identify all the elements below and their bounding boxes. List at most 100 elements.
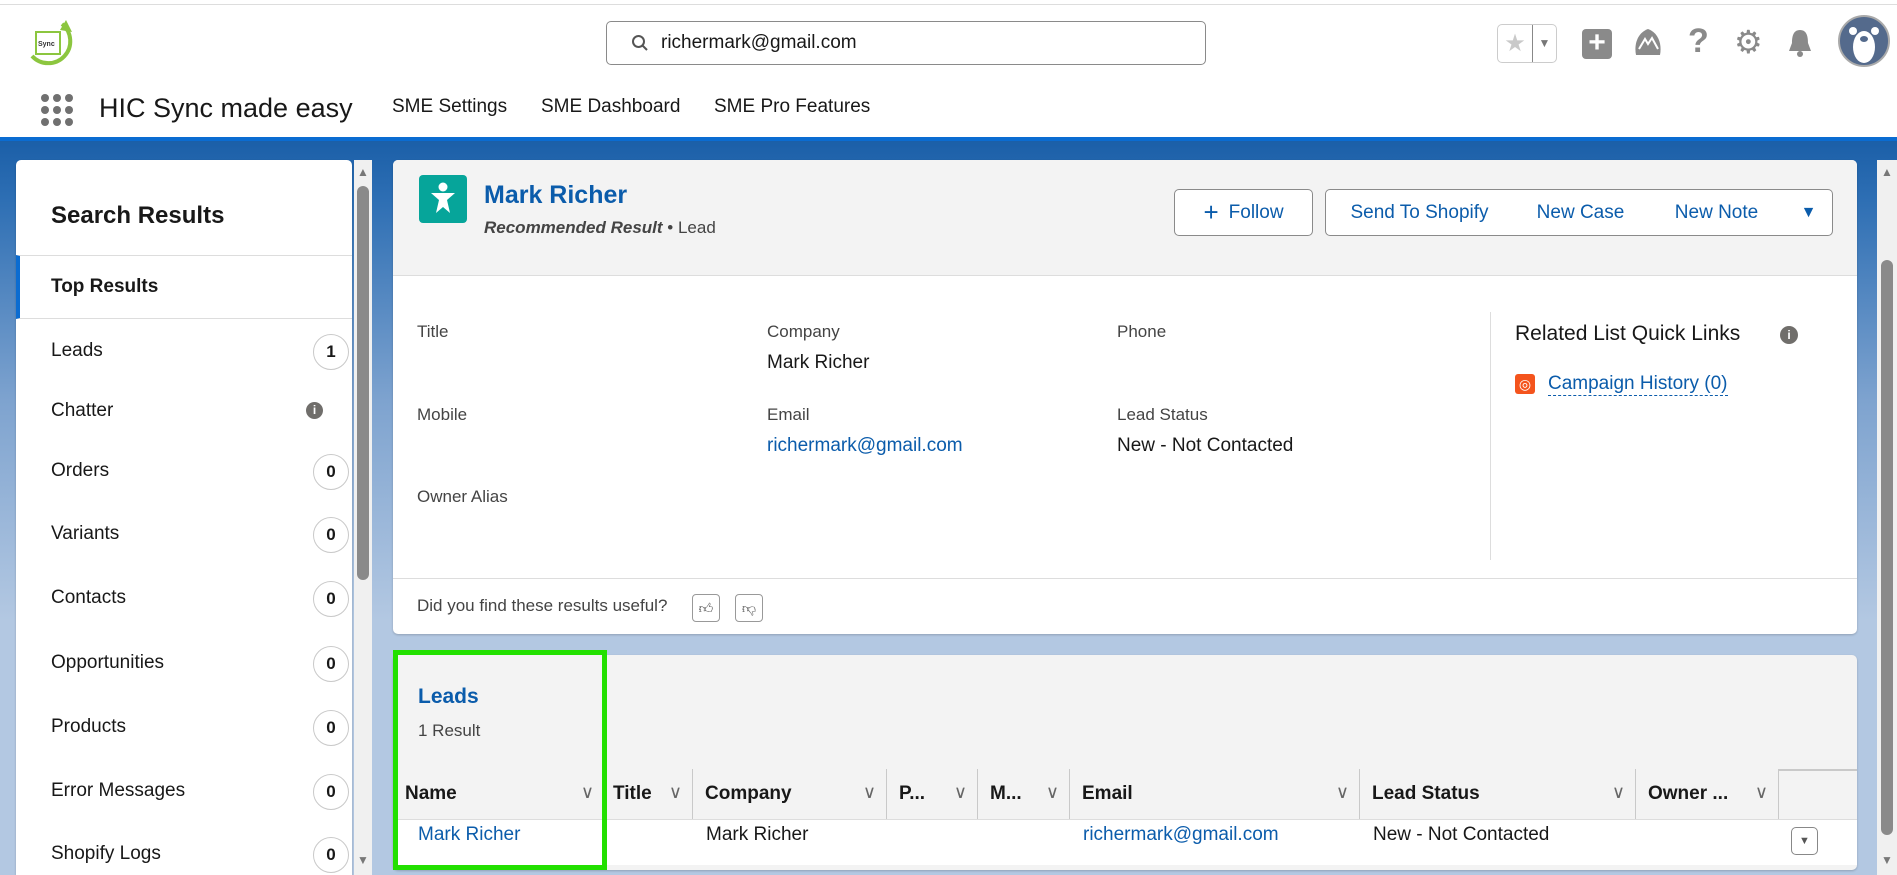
sidebar-item-top-results[interactable]: Top Results <box>16 255 352 319</box>
follow-button[interactable]: + Follow <box>1174 189 1313 236</box>
column-label: Owner ... <box>1648 783 1729 804</box>
count-badge: 0 <box>313 710 349 746</box>
sidebar-item-label: Orders <box>51 460 110 481</box>
send-to-shopify-button[interactable]: Send To Shopify <box>1325 189 1514 236</box>
nav-sme-dashboard[interactable]: SME Dashboard <box>541 96 680 118</box>
column-header-owner-alias[interactable]: Owner ... ∨ <box>1636 769 1779 819</box>
highlight-box <box>393 650 607 870</box>
info-icon: i <box>306 402 323 419</box>
lead-email-link[interactable]: richermark@gmail.com <box>1083 824 1279 846</box>
scroll-up-icon[interactable]: ▲ <box>357 165 369 179</box>
help-icon[interactable]: ? <box>1688 22 1709 61</box>
chevron-down-icon[interactable]: ∨ <box>1336 782 1349 803</box>
global-search-input[interactable]: richermark@gmail.com <box>606 21 1206 65</box>
campaign-history-link[interactable]: Campaign History (0) <box>1548 373 1728 396</box>
scroll-down-icon[interactable]: ▼ <box>357 853 369 867</box>
email-label: Email <box>767 405 810 424</box>
lead-company: Mark Richer <box>706 824 809 845</box>
phone-label: Phone <box>1117 322 1167 341</box>
global-create-icon[interactable]: + <box>1582 28 1612 59</box>
scroll-down-icon[interactable]: ▼ <box>1881 853 1893 867</box>
search-value: richermark@gmail.com <box>661 32 857 53</box>
chevron-down-icon[interactable]: ∨ <box>863 782 876 803</box>
chevron-down-icon[interactable]: ∨ <box>1612 782 1625 803</box>
scrollbar-thumb[interactable] <box>357 186 369 580</box>
lead-status-value: New - Not Contacted <box>1117 435 1294 456</box>
search-icon <box>632 35 648 51</box>
column-label: M... <box>990 783 1022 804</box>
email-link[interactable]: richermark@gmail.com <box>767 435 963 457</box>
app-name: HIC Sync made easy <box>99 93 353 123</box>
row-actions-chevron-down-icon[interactable]: ▼ <box>1791 827 1818 855</box>
sidebar-item-chatter[interactable]: Chatter i <box>16 400 352 430</box>
sidebar-item-products[interactable]: Products 0 <box>16 710 352 746</box>
column-header-company[interactable]: Company ∨ <box>693 769 887 819</box>
owner-alias-label: Owner Alias <box>417 487 508 506</box>
related-list-title: Related List Quick Links <box>1515 322 1741 345</box>
column-header-mobile[interactable]: M... ∨ <box>978 769 1070 819</box>
app-launcher-icon[interactable] <box>40 93 74 132</box>
sidebar-item-label: Error Messages <box>51 780 186 801</box>
company-label: Company <box>767 322 840 341</box>
divider <box>1490 312 1491 560</box>
notifications-bell-icon[interactable] <box>1785 27 1815 64</box>
column-label: Company <box>705 783 792 804</box>
column-header-title[interactable]: Title ∨ <box>605 769 693 819</box>
company-value: Mark Richer <box>767 352 870 373</box>
sidebar-item-contacts[interactable]: Contacts 0 <box>16 581 352 617</box>
sidebar-item-leads[interactable]: Leads 1 <box>16 334 352 370</box>
count-badge: 0 <box>313 581 349 617</box>
column-label: Title <box>613 783 652 804</box>
plus-icon: + <box>1203 197 1219 227</box>
trailhead-icon[interactable] <box>1633 27 1663 64</box>
mobile-label: Mobile <box>417 405 468 424</box>
app-logo: Sync <box>22 16 78 72</box>
sidebar-item-label: Leads <box>51 340 103 361</box>
sidebar-item-shopify-logs[interactable]: Shopify Logs 0 <box>16 837 352 873</box>
sidebar-item-label: Shopify Logs <box>51 843 161 864</box>
sidebar-item-label: Contacts <box>51 587 126 608</box>
nav-sme-pro-features[interactable]: SME Pro Features <box>714 96 870 118</box>
scrollbar-thumb[interactable] <box>1881 260 1893 835</box>
sidebar-item-variants[interactable]: Variants 0 <box>16 517 352 553</box>
favorites-button[interactable]: ★ ▼ <box>1497 24 1557 63</box>
star-icon: ★ <box>1504 30 1526 57</box>
column-header-phone[interactable]: P... ∨ <box>887 769 978 819</box>
lead-status-label: Lead Status <box>1117 405 1208 424</box>
chevron-down-icon[interactable]: ∨ <box>1046 782 1059 803</box>
column-header-email[interactable]: Email ∨ <box>1070 769 1360 819</box>
user-avatar[interactable] <box>1838 15 1890 67</box>
chevron-down-icon[interactable]: ∨ <box>669 782 682 803</box>
scroll-up-icon[interactable]: ▲ <box>1881 165 1893 179</box>
chevron-down-icon[interactable]: ▼ <box>1532 25 1556 62</box>
chevron-down-icon[interactable]: ∨ <box>954 782 967 803</box>
sidebar-item-label: Products <box>51 716 126 737</box>
new-note-button[interactable]: New Note <box>1648 189 1786 236</box>
sidebar-title: Search Results <box>51 202 225 229</box>
nav-sme-settings[interactable]: SME Settings <box>392 96 507 118</box>
follow-label: Follow <box>1228 201 1284 223</box>
sidebar-item-error-messages[interactable]: Error Messages 0 <box>16 774 352 810</box>
feedback-question: Did you find these results useful? <box>417 596 668 615</box>
more-actions-chevron-down-icon[interactable]: ▼ <box>1785 189 1833 236</box>
thumbs-down-icon[interactable]: 👎︎ <box>735 594 763 622</box>
new-case-button[interactable]: New Case <box>1513 189 1649 236</box>
sidebar-item-opportunities[interactable]: Opportunities 0 <box>16 646 352 682</box>
record-type: Lead <box>677 218 716 237</box>
count-badge: 0 <box>313 837 349 873</box>
column-header-lead-status[interactable]: Lead Status ∨ <box>1360 769 1636 819</box>
sidebar-scrollbar[interactable]: ▲ ▼ <box>354 160 372 875</box>
thumbs-up-icon[interactable]: 👍︎ <box>692 594 720 622</box>
sidebar-item-label: Opportunities <box>51 652 165 673</box>
page-scrollbar[interactable]: ▲ ▼ <box>1877 160 1897 875</box>
lead-icon <box>419 175 467 223</box>
chevron-down-icon[interactable]: ∨ <box>1755 782 1768 803</box>
title-label: Title <box>417 322 449 341</box>
search-results-sidebar: Search Results Top Results Leads 1 Chatte… <box>16 160 352 875</box>
count-badge: 0 <box>313 454 349 490</box>
sidebar-item-orders[interactable]: Orders 0 <box>16 454 352 490</box>
record-name-link[interactable]: Mark Richer <box>484 181 627 210</box>
setup-gear-icon[interactable]: ⚙ <box>1734 26 1763 58</box>
separator: • <box>667 218 674 237</box>
column-label: Lead Status <box>1372 783 1480 804</box>
